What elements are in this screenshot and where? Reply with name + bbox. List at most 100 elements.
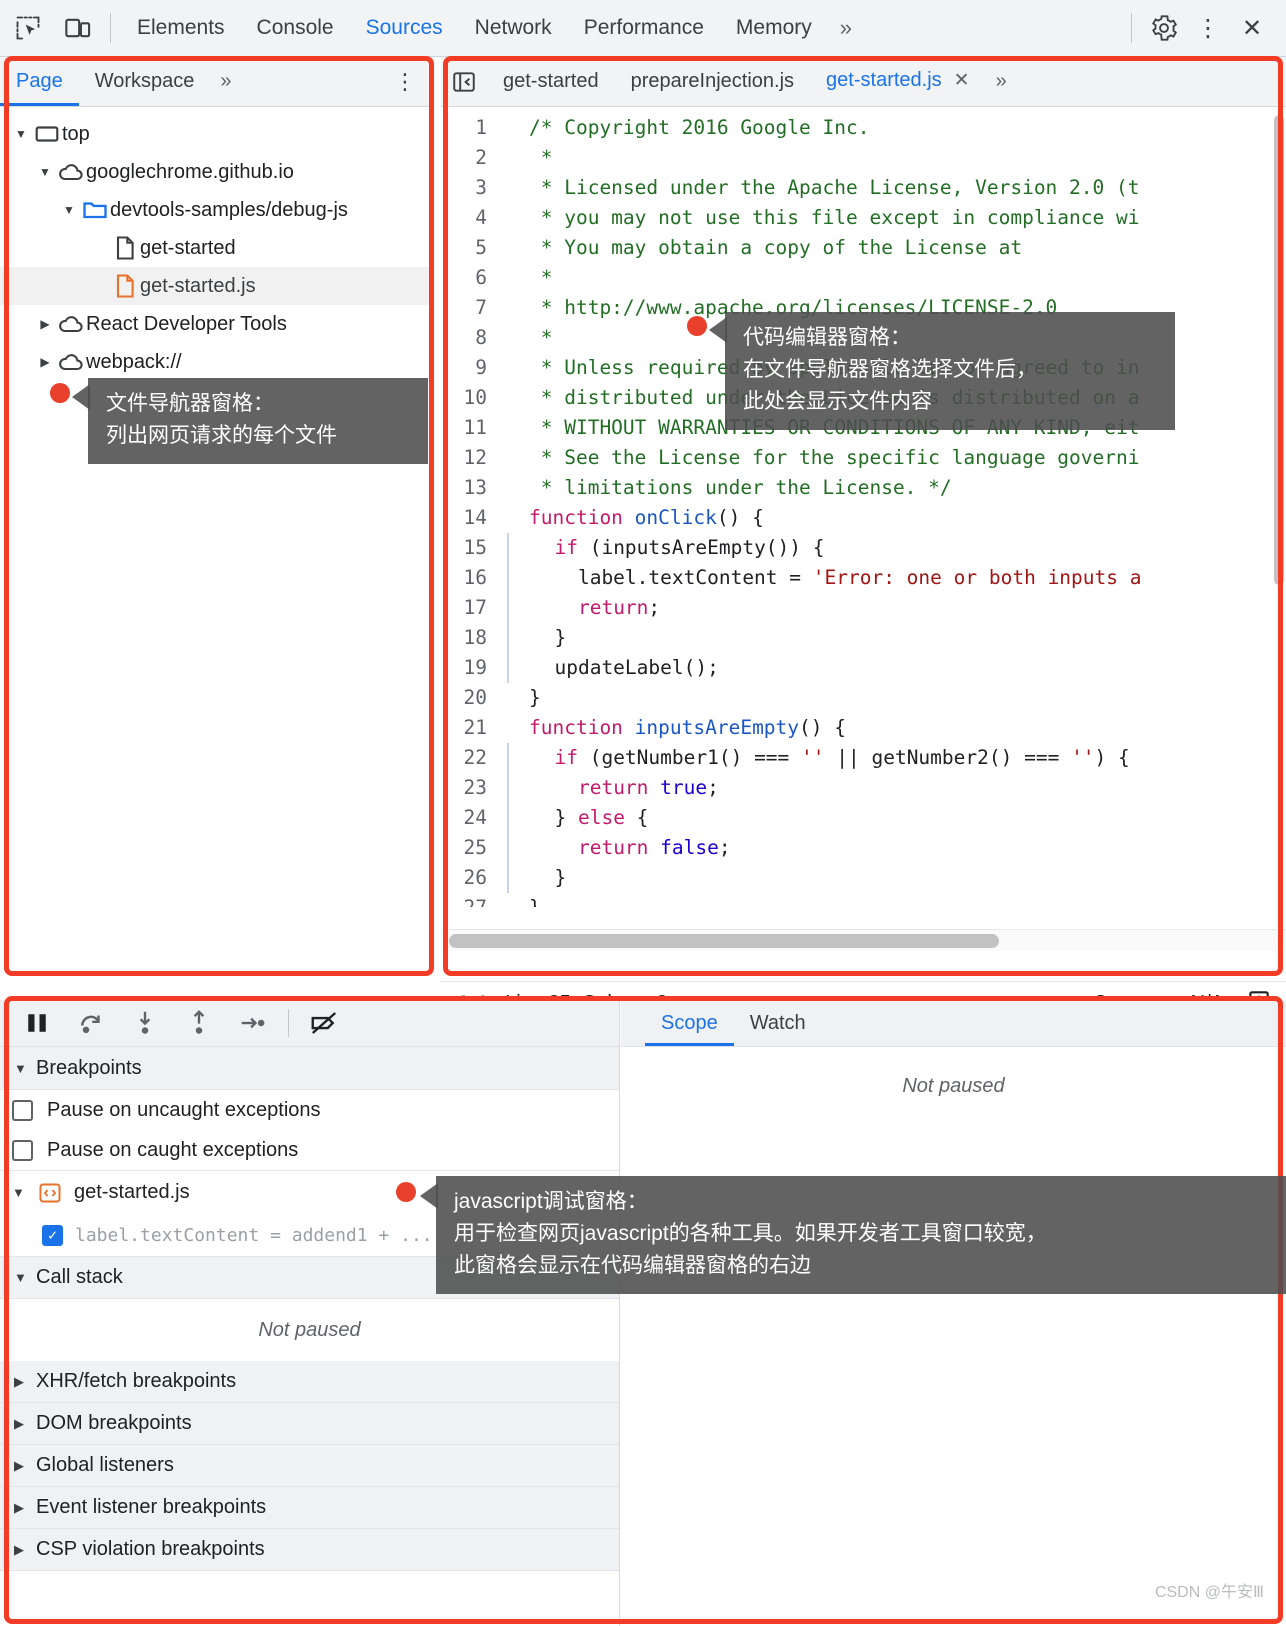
checkbox[interactable] — [12, 1099, 33, 1121]
accordion-dom-breakpoints[interactable]: ▶ DOM breakpoints — [0, 1403, 619, 1445]
code-line[interactable]: 15 if (inputsAreEmpty()) { — [441, 533, 1286, 563]
code-line[interactable]: 19 updateLabel(); — [441, 653, 1286, 683]
editor-horizontal-scrollbar[interactable] — [441, 929, 1286, 951]
nav-tab-workspace[interactable]: Workspace — [79, 57, 211, 106]
tab-performance[interactable]: Performance — [568, 0, 720, 56]
line-number[interactable]: 7 — [441, 293, 507, 323]
tab-watch[interactable]: Watch — [734, 1000, 822, 1046]
close-icon[interactable]: ✕ — [954, 57, 970, 105]
close-devtools-icon[interactable]: ✕ — [1230, 6, 1274, 50]
code-line[interactable]: 22 if (getNumber1() === '' || getNumber2… — [441, 743, 1286, 773]
breakpoints-section-header[interactable]: ▼ Breakpoints — [0, 1047, 619, 1090]
line-number[interactable]: 24 — [441, 803, 507, 833]
line-number[interactable]: 9 — [441, 353, 507, 383]
code-line[interactable]: 12 * See the License for the specific la… — [441, 443, 1286, 473]
chevron-right-icon[interactable]: ▶ — [14, 1458, 36, 1474]
tree-item-devtools-samples[interactable]: ▼ devtools-samples/debug-js — [0, 191, 434, 229]
more-tabs-chevron-icon[interactable]: » — [828, 15, 864, 41]
accordion-global-listeners[interactable]: ▶ Global listeners — [0, 1445, 619, 1487]
tree-item-get-started[interactable]: get-started — [0, 229, 434, 267]
line-number[interactable]: 8 — [441, 323, 507, 353]
code-line[interactable]: 17 return; — [441, 593, 1286, 623]
twisty-icon[interactable]: ▼ — [10, 127, 32, 141]
accordion-csp-violation-breakpoints[interactable]: ▶ CSP violation breakpoints — [0, 1529, 619, 1571]
twisty-icon[interactable]: ▼ — [34, 165, 56, 179]
code-line[interactable]: 4 * you may not use this file except in … — [441, 203, 1286, 233]
twisty-icon[interactable]: ▼ — [58, 203, 80, 217]
line-number[interactable]: 26 — [441, 863, 507, 893]
pause-on-uncaught-exceptions-row[interactable]: Pause on uncaught exceptions — [0, 1090, 619, 1130]
code-line[interactable]: 14 function onClick() { — [441, 503, 1286, 533]
line-number[interactable]: 17 — [441, 593, 507, 623]
tab-memory[interactable]: Memory — [720, 0, 828, 56]
chevron-right-icon[interactable]: ▶ — [14, 1416, 36, 1432]
twisty-icon[interactable]: ▶ — [34, 355, 56, 369]
editor-tab-get-started-js[interactable]: get-started.js ✕ — [810, 57, 986, 106]
pause-on-caught-exceptions-row[interactable]: Pause on caught exceptions — [0, 1130, 619, 1170]
tab-network[interactable]: Network — [459, 0, 568, 56]
chevron-down-icon[interactable]: ▼ — [14, 1270, 36, 1285]
inspect-element-icon[interactable] — [6, 6, 50, 50]
chevron-right-icon[interactable]: ▶ — [14, 1542, 36, 1558]
line-number[interactable]: 3 — [441, 173, 507, 203]
editor-more-chevron-icon[interactable]: » — [986, 70, 1017, 93]
line-number[interactable]: 25 — [441, 833, 507, 863]
chevron-right-icon[interactable]: ▶ — [14, 1374, 36, 1390]
tab-console[interactable]: Console — [241, 0, 350, 56]
settings-gear-icon[interactable] — [1142, 6, 1186, 50]
device-toolbar-icon[interactable] — [56, 6, 100, 50]
code-line[interactable]: 20} — [441, 683, 1286, 713]
navigator-more-chevron-icon[interactable]: » — [210, 70, 241, 93]
line-number[interactable]: 12 — [441, 443, 507, 473]
line-number[interactable]: 22 — [441, 743, 507, 773]
tab-elements[interactable]: Elements — [121, 0, 241, 56]
line-number[interactable]: 1 — [441, 113, 507, 143]
code-line[interactable]: 16 label.textContent = 'Error: one or bo… — [441, 563, 1286, 593]
line-number[interactable]: 23 — [441, 773, 507, 803]
twisty-icon[interactable]: ▶ — [34, 317, 56, 331]
accordion-event-listener-breakpoints[interactable]: ▶ Event listener breakpoints — [0, 1487, 619, 1529]
scrollbar-thumb[interactable] — [449, 934, 999, 948]
checkbox[interactable] — [12, 1139, 33, 1161]
step-into-next-function-call-icon[interactable] — [118, 1000, 172, 1046]
line-number[interactable]: 21 — [441, 713, 507, 743]
chevron-down-icon[interactable]: ▼ — [14, 1061, 36, 1076]
chevron-right-icon[interactable]: ▶ — [14, 1500, 36, 1516]
nav-tab-page[interactable]: Page — [0, 57, 79, 106]
code-line[interactable]: 13 * limitations under the License. */ — [441, 473, 1286, 503]
line-number[interactable]: 16 — [441, 563, 507, 593]
tree-item-react-developer-tools[interactable]: ▶ React Developer Tools — [0, 305, 434, 343]
line-number[interactable]: 18 — [441, 623, 507, 653]
editor-tab-get-started[interactable]: get-started — [487, 57, 615, 106]
code-line[interactable]: 25 return false; — [441, 833, 1286, 863]
line-number[interactable]: 2 — [441, 143, 507, 173]
line-number[interactable]: 19 — [441, 653, 507, 683]
line-number[interactable]: 11 — [441, 413, 507, 443]
tree-item-webpack[interactable]: ▶ webpack:// — [0, 343, 434, 381]
navigator-menu-icon[interactable]: ⋮ — [394, 69, 434, 95]
line-number[interactable]: 15 — [441, 533, 507, 563]
step-out-of-current-function-icon[interactable] — [172, 1000, 226, 1046]
line-number[interactable]: 4 — [441, 203, 507, 233]
show-navigator-icon[interactable] — [441, 69, 487, 95]
tree-item-get-started-js[interactable]: get-started.js — [0, 267, 434, 305]
more-options-menu-icon[interactable]: ⋮ — [1186, 6, 1230, 50]
line-number[interactable]: 14 — [441, 503, 507, 533]
line-number[interactable]: 13 — [441, 473, 507, 503]
step-icon[interactable] — [226, 1000, 280, 1046]
chevron-down-icon[interactable]: ▼ — [12, 1185, 38, 1200]
code-line[interactable]: 5 * You may obtain a copy of the License… — [441, 233, 1286, 263]
code-line[interactable]: 2 * — [441, 143, 1286, 173]
deactivate-breakpoints-icon[interactable] — [297, 1000, 351, 1046]
line-number[interactable]: 6 — [441, 263, 507, 293]
code-line[interactable]: 27} — [441, 893, 1286, 907]
line-number[interactable]: 27 — [441, 893, 507, 907]
accordion-xhr-fetch-breakpoints[interactable]: ▶ XHR/fetch breakpoints — [0, 1361, 619, 1403]
code-line[interactable]: 21 function inputsAreEmpty() { — [441, 713, 1286, 743]
code-line[interactable]: 23 return true; — [441, 773, 1286, 803]
tree-item-googlechrome-github-io[interactable]: ▼ googlechrome.github.io — [0, 153, 434, 191]
code-line[interactable]: 6 * — [441, 263, 1286, 293]
code-line[interactable]: 1 /* Copyright 2016 Google Inc. — [441, 113, 1286, 143]
code-line[interactable]: 24 } else { — [441, 803, 1286, 833]
editor-vertical-scrollbar[interactable] — [1274, 115, 1284, 585]
